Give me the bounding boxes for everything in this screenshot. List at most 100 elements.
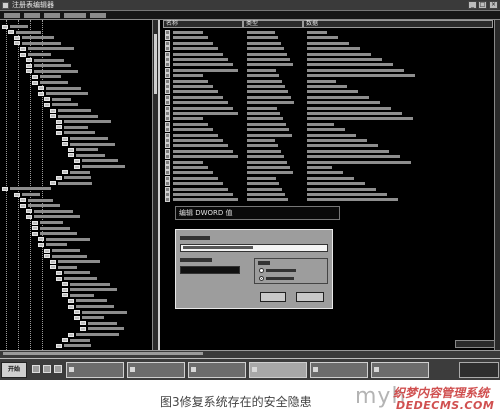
value-row[interactable] (163, 154, 493, 160)
value-row[interactable] (163, 175, 493, 181)
menu-item-edit[interactable] (24, 13, 40, 18)
tree-node[interactable] (80, 326, 124, 331)
cancel-button[interactable] (296, 292, 324, 302)
value-row[interactable] (163, 132, 493, 138)
tree-node[interactable] (38, 91, 88, 96)
tree-node[interactable] (2, 186, 51, 191)
tree-node[interactable] (62, 293, 94, 298)
tree-node[interactable] (14, 192, 40, 197)
tree-node[interactable] (74, 164, 125, 169)
value-row[interactable] (163, 62, 493, 68)
tree-node[interactable] (68, 298, 107, 303)
tree-node[interactable] (2, 24, 28, 29)
value-row[interactable] (163, 165, 493, 170)
value-row[interactable] (163, 73, 493, 79)
tree-node[interactable] (32, 220, 63, 225)
quicklaunch-icon[interactable] (54, 365, 62, 373)
value-row[interactable] (163, 181, 493, 187)
value-row[interactable] (163, 127, 493, 133)
horizontal-scrollbar[interactable] (455, 340, 495, 348)
value-row[interactable] (163, 148, 493, 154)
tree-node[interactable] (56, 125, 88, 130)
start-button[interactable]: 开始 (1, 362, 27, 378)
value-row[interactable] (163, 170, 493, 176)
tree-node[interactable] (80, 321, 117, 326)
column-header-name[interactable]: 名称 (163, 20, 243, 28)
value-row[interactable] (163, 111, 493, 116)
value-row[interactable] (163, 105, 493, 111)
taskbar-button-regedit[interactable] (249, 362, 307, 378)
taskbar-button[interactable] (310, 362, 368, 378)
tree-node[interactable] (32, 74, 61, 79)
value-row[interactable] (163, 84, 493, 89)
value-row[interactable] (163, 46, 493, 52)
value-row[interactable] (163, 94, 493, 100)
value-row[interactable] (163, 138, 493, 143)
taskbar-button[interactable] (371, 362, 429, 378)
tree-node[interactable] (50, 181, 92, 186)
tree-node[interactable] (68, 153, 105, 158)
taskbar-button[interactable] (66, 362, 124, 378)
tree-node[interactable] (26, 63, 71, 68)
value-row[interactable] (163, 78, 493, 84)
value-row[interactable] (163, 186, 493, 192)
tree-node[interactable] (20, 198, 53, 203)
column-header-data[interactable]: 数据 (303, 20, 493, 28)
taskbar-button[interactable] (188, 362, 246, 378)
tree-node[interactable] (68, 147, 98, 152)
tree-node[interactable] (50, 108, 91, 113)
tree-node[interactable] (32, 80, 68, 85)
tree-node[interactable] (68, 304, 114, 309)
value-row[interactable] (163, 51, 493, 57)
registry-tree[interactable] (0, 20, 160, 350)
tree-node[interactable] (26, 214, 80, 219)
value-row[interactable] (163, 143, 493, 149)
value-row[interactable] (163, 100, 493, 106)
tree-node[interactable] (74, 315, 104, 320)
tree-node[interactable] (74, 310, 127, 315)
minimize-icon[interactable]: _ (468, 1, 477, 9)
tree-node[interactable] (50, 114, 98, 119)
value-row[interactable] (163, 67, 493, 73)
tree-node[interactable] (14, 35, 54, 40)
tree-node[interactable] (62, 282, 110, 287)
close-icon[interactable]: × (489, 1, 498, 9)
tree-node[interactable] (20, 203, 60, 208)
tree-node[interactable] (56, 270, 90, 275)
value-row[interactable] (163, 89, 493, 95)
value-row[interactable] (163, 35, 493, 41)
tree-node[interactable] (68, 332, 119, 337)
tree-node[interactable] (56, 130, 95, 135)
value-row[interactable] (163, 121, 493, 127)
values-scrollbar[interactable] (494, 20, 500, 350)
tree-node[interactable] (44, 254, 87, 259)
tree-node[interactable] (62, 142, 115, 147)
quicklaunch-icon[interactable] (43, 365, 51, 373)
value-name-field[interactable] (180, 244, 328, 252)
tree-node[interactable] (38, 237, 90, 242)
tree-node[interactable] (44, 102, 78, 107)
tree-node[interactable] (62, 287, 117, 292)
menu-item-file[interactable] (4, 13, 20, 18)
tree-node[interactable] (32, 231, 77, 236)
tree-node[interactable] (56, 175, 91, 180)
column-header-type[interactable]: 类型 (243, 20, 303, 28)
tree-node[interactable] (26, 58, 64, 63)
tree-node[interactable] (32, 226, 70, 231)
value-row[interactable] (163, 197, 493, 203)
tree-node[interactable] (56, 276, 97, 281)
value-row[interactable] (163, 40, 493, 46)
tree-node[interactable] (14, 41, 61, 46)
radio-decimal[interactable] (259, 276, 294, 281)
menu-item-favorites[interactable] (64, 13, 86, 18)
ok-button[interactable] (260, 292, 286, 302)
menu-item-help[interactable] (90, 13, 106, 18)
radio-hexadecimal[interactable] (259, 268, 296, 273)
scroll-thumb[interactable] (154, 34, 157, 94)
tree-node[interactable] (56, 119, 111, 124)
tree-scrollbar[interactable] (152, 20, 158, 350)
value-row[interactable] (163, 159, 493, 165)
tree-node[interactable] (26, 69, 78, 74)
quicklaunch-icon[interactable] (32, 365, 40, 373)
tree-node[interactable] (74, 158, 118, 163)
